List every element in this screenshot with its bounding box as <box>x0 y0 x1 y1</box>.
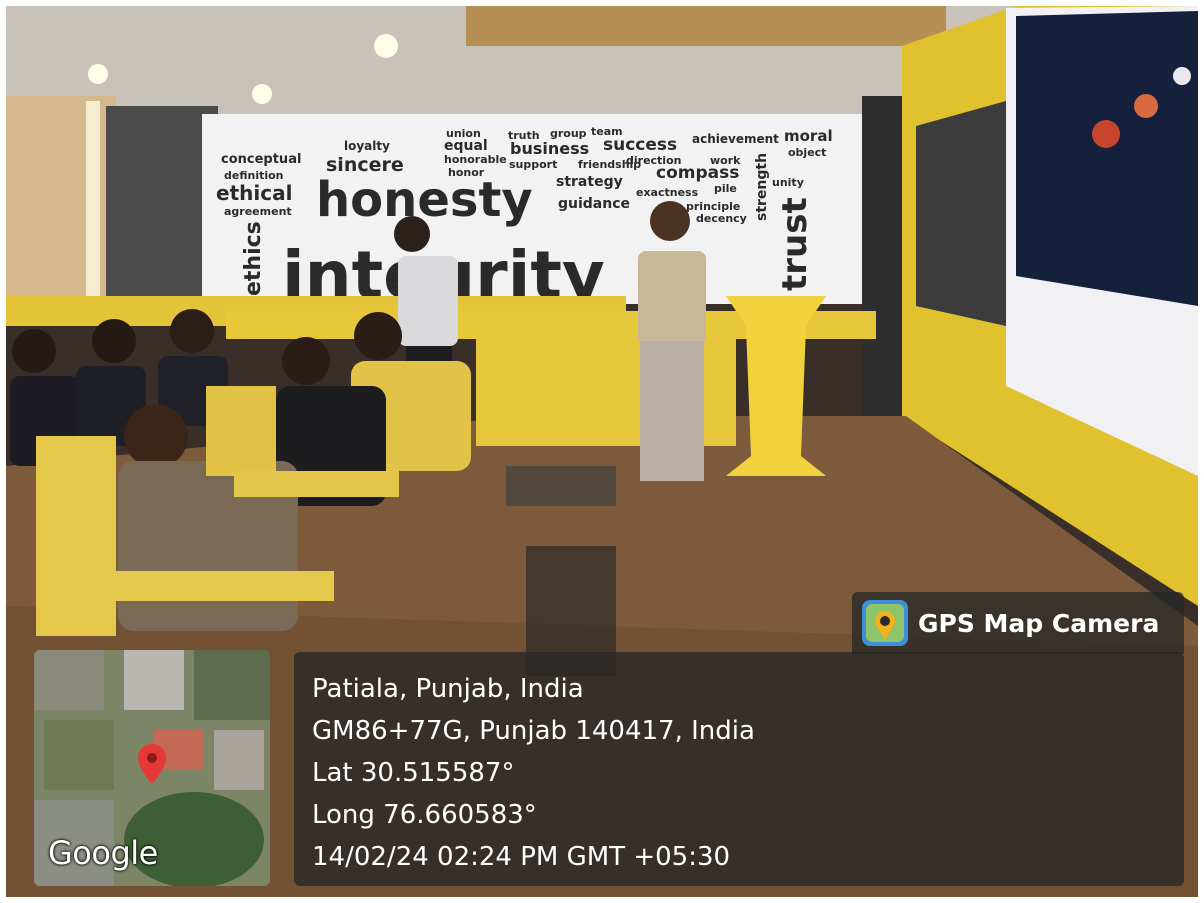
wall-word: honor <box>448 166 485 179</box>
wall-word: strength <box>754 153 770 221</box>
wall-word: success <box>603 135 677 155</box>
location-pin-icon <box>138 744 166 784</box>
wall-word: agreement <box>224 205 292 218</box>
wall-word: guidance <box>558 196 630 212</box>
wall-word: exactness <box>636 186 699 199</box>
wall-word: equal <box>444 138 488 154</box>
wall-word: work <box>710 154 741 167</box>
wall-word: trust <box>775 197 815 291</box>
wall-word: unity <box>772 176 804 189</box>
gps-map-camera-icon <box>862 600 908 646</box>
address-line-2: GM86+77G, Punjab 140417, India <box>312 716 755 746</box>
wall-word: conceptual <box>221 152 301 167</box>
wall-word: support <box>509 158 557 171</box>
wall-word: achievement <box>692 132 779 146</box>
gps-app-name: GPS Map Camera <box>918 608 1160 638</box>
latitude-text: Lat 30.515587° <box>312 758 515 788</box>
address-line-1: Patiala, Punjab, India <box>312 674 584 704</box>
wall-word: ethics <box>241 221 266 296</box>
google-logo: Google <box>48 834 158 872</box>
wall-word: strategy <box>556 174 623 190</box>
datetime-text: 14/02/24 02:24 PM GMT +05:30 <box>312 842 731 872</box>
wall-word: moral <box>784 127 833 145</box>
wall-word: business <box>510 139 589 158</box>
wall-word: object <box>788 146 826 159</box>
location-info-panel: Patiala, Punjab, India GM86+77G, Punjab … <box>294 652 1184 886</box>
wall-word: pile <box>714 182 737 195</box>
wall-word: decency <box>696 212 747 225</box>
wall-word: loyalty <box>344 139 390 153</box>
gps-app-badge: GPS Map Camera <box>852 592 1184 654</box>
longitude-text: Long 76.660583° <box>312 800 537 830</box>
map-thumbnail: Google <box>34 650 270 886</box>
wall-word: ethical <box>216 181 292 205</box>
photo-frame: conceptual definition ethical agreement … <box>6 6 1198 897</box>
wall-word: honorable <box>444 153 507 166</box>
wall-word: honesty <box>316 172 533 228</box>
